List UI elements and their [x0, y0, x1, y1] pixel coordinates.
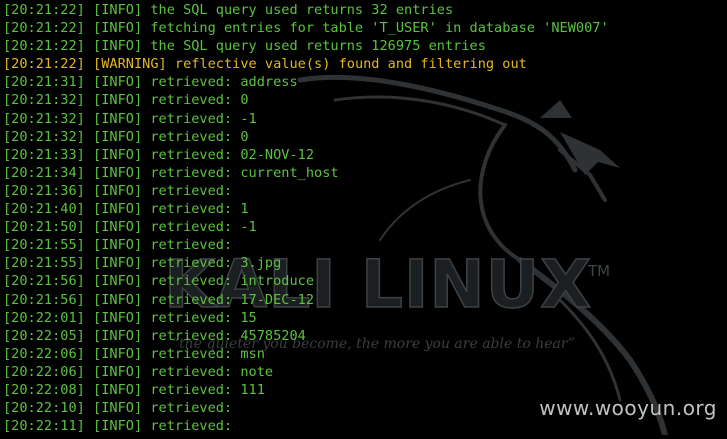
- terminal-window[interactable]: KALI LINUX TM “the quieter you become, t…: [0, 0, 727, 438]
- log-message: retrieved:: [150, 182, 233, 199]
- log-level: [WARNING]: [93, 56, 167, 73]
- log-line: [20:21:36] [INFO] retrieved:: [3, 182, 609, 200]
- log-level: [INFO]: [93, 146, 143, 163]
- log-message: retrieved: address: [150, 74, 298, 91]
- log-line: [20:21:34] [INFO] retrieved: current_hos…: [3, 164, 609, 182]
- log-timestamp: [20:22:10]: [3, 400, 85, 417]
- log-line: [20:21:56] [INFO] retrieved: 17-DEC-12: [3, 291, 609, 309]
- log-message: retrieved: 17-DEC-12: [150, 291, 315, 308]
- log-line: [20:21:32] [INFO] retrieved: 0: [3, 91, 609, 109]
- log-line: [20:22:06] [INFO] retrieved: msn: [3, 345, 609, 363]
- log-level: [INFO]: [93, 327, 143, 344]
- log-line: [20:22:01] [INFO] retrieved: 15: [3, 309, 609, 327]
- log-level: [INFO]: [93, 201, 143, 218]
- log-level: [INFO]: [93, 182, 143, 199]
- log-timestamp: [20:21:32]: [3, 128, 85, 145]
- log-message: retrieved: 02-NOV-12: [150, 146, 315, 163]
- log-line: [20:21:32] [INFO] retrieved: 0: [3, 128, 609, 146]
- log-message: retrieved: -1: [150, 110, 257, 127]
- log-message: the SQL query used returns 126975 entrie…: [150, 38, 486, 55]
- log-timestamp: [20:21:56]: [3, 291, 85, 308]
- log-message: retrieved: 45785204: [150, 327, 306, 344]
- log-level: [INFO]: [93, 255, 143, 272]
- log-message: reflective value(s) found and filtering …: [174, 56, 527, 73]
- terminal-output: [20:21:22] [INFO] the SQL query used ret…: [3, 1, 609, 435]
- log-line: [20:21:33] [INFO] retrieved: 02-NOV-12: [3, 146, 609, 164]
- log-line: [20:22:06] [INFO] retrieved: note: [3, 363, 609, 381]
- log-level: [INFO]: [93, 345, 143, 362]
- log-level: [INFO]: [93, 92, 143, 109]
- log-line: [20:21:31] [INFO] retrieved: address: [3, 73, 609, 91]
- log-message: retrieved: 3.jpg: [150, 255, 282, 272]
- log-timestamp: [20:21:50]: [3, 219, 85, 236]
- log-timestamp: [20:21:31]: [3, 74, 85, 91]
- log-message: retrieved: 111: [150, 381, 265, 398]
- log-timestamp: [20:22:01]: [3, 309, 85, 326]
- log-timestamp: [20:22:06]: [3, 363, 85, 380]
- log-timestamp: [20:22:05]: [3, 327, 85, 344]
- log-line: [20:21:55] [INFO] retrieved: 3.jpg: [3, 254, 609, 272]
- log-message: retrieved: note: [150, 363, 274, 380]
- log-message: retrieved:: [150, 400, 233, 417]
- log-message: retrieved: introduce: [150, 273, 315, 290]
- log-message: retrieved:: [150, 237, 233, 254]
- log-message: fetching entries for table 'T_USER' in d…: [150, 20, 609, 37]
- log-line: [20:22:11] [INFO] retrieved:: [3, 417, 609, 435]
- log-timestamp: [20:21:34]: [3, 164, 85, 181]
- log-line: [20:21:32] [INFO] retrieved: -1: [3, 110, 609, 128]
- log-timestamp: [20:21:55]: [3, 255, 85, 272]
- log-level: [INFO]: [93, 164, 143, 181]
- log-line: [20:21:40] [INFO] retrieved: 1: [3, 200, 609, 218]
- log-line: [20:21:55] [INFO] retrieved:: [3, 236, 609, 254]
- log-level: [INFO]: [93, 219, 143, 236]
- log-timestamp: [20:21:33]: [3, 146, 85, 163]
- log-timestamp: [20:22:08]: [3, 381, 85, 398]
- log-message: retrieved: 15: [150, 309, 257, 326]
- log-timestamp: [20:21:32]: [3, 110, 85, 127]
- log-timestamp: [20:21:32]: [3, 92, 85, 109]
- log-level: [INFO]: [93, 38, 143, 55]
- log-line-warning: [20:21:22] [WARNING] reflective value(s)…: [3, 55, 609, 73]
- log-level: [INFO]: [93, 363, 143, 380]
- log-timestamp: [20:21:22]: [3, 2, 85, 18]
- log-message: retrieved: 0: [150, 128, 249, 145]
- log-message: retrieved: msn: [150, 345, 265, 362]
- log-level: [INFO]: [93, 309, 143, 326]
- log-message: retrieved: current_host: [150, 164, 339, 181]
- log-level: [INFO]: [93, 128, 143, 145]
- log-timestamp: [20:22:11]: [3, 418, 85, 435]
- log-level: [INFO]: [93, 291, 143, 308]
- log-level: [INFO]: [93, 20, 143, 37]
- log-timestamp: [20:21:22]: [3, 56, 85, 73]
- log-level: [INFO]: [93, 237, 143, 254]
- log-level: [INFO]: [93, 2, 143, 18]
- log-level: [INFO]: [93, 110, 143, 127]
- log-line: [20:21:22] [INFO] fetching entries for t…: [3, 19, 609, 37]
- log-message: retrieved:: [150, 418, 233, 435]
- log-line: [20:22:05] [INFO] retrieved: 45785204: [3, 327, 609, 345]
- log-timestamp: [20:21:56]: [3, 273, 85, 290]
- log-message: the SQL query used returns 32 entries: [150, 2, 454, 18]
- log-line: [20:21:56] [INFO] retrieved: introduce: [3, 272, 609, 290]
- log-timestamp: [20:21:36]: [3, 182, 85, 199]
- log-line: [20:21:22] [INFO] the SQL query used ret…: [3, 37, 609, 55]
- log-line: [20:22:08] [INFO] retrieved: 111: [3, 381, 609, 399]
- log-level: [INFO]: [93, 273, 143, 290]
- log-timestamp: [20:21:40]: [3, 201, 85, 218]
- log-message: retrieved: -1: [150, 219, 257, 236]
- log-level: [INFO]: [93, 400, 143, 417]
- log-timestamp: [20:21:55]: [3, 237, 85, 254]
- log-message: retrieved: 0: [150, 92, 249, 109]
- log-timestamp: [20:22:06]: [3, 345, 85, 362]
- log-line: [20:21:22] [INFO] the SQL query used ret…: [3, 1, 609, 19]
- log-line: [20:22:10] [INFO] retrieved:: [3, 399, 609, 417]
- log-message: retrieved: 1: [150, 201, 249, 218]
- log-level: [INFO]: [93, 74, 143, 91]
- log-level: [INFO]: [93, 381, 143, 398]
- log-line: [20:21:50] [INFO] retrieved: -1: [3, 218, 609, 236]
- log-timestamp: [20:21:22]: [3, 20, 85, 37]
- log-level: [INFO]: [93, 418, 143, 435]
- log-timestamp: [20:21:22]: [3, 38, 85, 55]
